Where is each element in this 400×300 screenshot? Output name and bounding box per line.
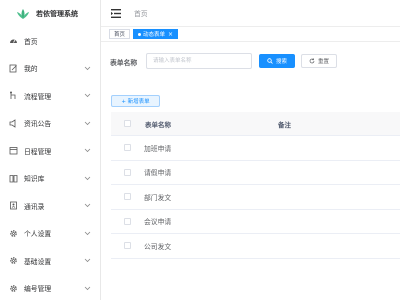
- refresh-icon: [309, 58, 315, 64]
- cell-form-name: 公司发文: [144, 242, 172, 251]
- contacts-icon: [9, 201, 18, 210]
- sidebar-item-4[interactable]: 日程管理: [0, 137, 100, 165]
- tab-label: 首页: [114, 32, 126, 38]
- edit-icon: [9, 64, 18, 73]
- chevron-down-icon: [83, 286, 92, 291]
- flow-icon: [9, 91, 18, 100]
- breadcrumb[interactable]: 首页: [134, 8, 148, 18]
- row-checkbox[interactable]: [123, 168, 131, 176]
- tab-1[interactable]: 动态表单 ×: [133, 29, 179, 39]
- row-checkbox[interactable]: [123, 193, 131, 201]
- row-checkbox[interactable]: [123, 242, 131, 250]
- cell-form-name: 请假申请: [144, 169, 172, 178]
- book-icon: [9, 174, 18, 183]
- sidebar-item-label: 我的: [24, 65, 38, 74]
- form-name-label: 表单名称: [110, 59, 138, 67]
- brand[interactable]: 若依管理系统: [0, 0, 100, 27]
- sidebar-item-2[interactable]: 流程管理: [0, 82, 100, 110]
- calendar-icon: [9, 146, 18, 155]
- sidebar-item-1[interactable]: 我的: [0, 55, 100, 83]
- gear-icon: [9, 284, 18, 293]
- column-header-remark: 备注: [278, 120, 291, 129]
- sidebar-item-label: 编号管理: [24, 285, 52, 294]
- tags-view: 首页 动态表单 ×: [101, 27, 400, 42]
- table-row[interactable]: 公司发文: [111, 234, 400, 259]
- form-name-input[interactable]: [146, 53, 252, 69]
- logo-icon: [16, 8, 30, 20]
- add-form-button[interactable]: + 新增表单: [111, 95, 160, 107]
- sidebar-item-3[interactable]: 资讯公告: [0, 110, 100, 138]
- sidebar: 若依管理系统 首页我的流程管理资讯公告日程管理知识库通讯录个人设置基础设置编号管…: [0, 0, 101, 300]
- chevron-down-icon: [83, 231, 92, 236]
- app-root: 若依管理系统 首页我的流程管理资讯公告日程管理知识库通讯录个人设置基础设置编号管…: [0, 0, 400, 300]
- reset-button[interactable]: 重置: [301, 54, 337, 68]
- cell-form-name: 加班申请: [144, 144, 172, 153]
- speaker-icon: [9, 119, 18, 128]
- sidebar-item-label: 流程管理: [24, 92, 52, 101]
- sidebar-item-6[interactable]: 通讯录: [0, 192, 100, 220]
- active-dot-icon: [138, 32, 142, 36]
- select-all-checkbox[interactable]: [123, 120, 131, 127]
- sidebar-item-label: 知识库: [24, 175, 45, 184]
- search-button[interactable]: 搜索: [259, 54, 295, 68]
- chevron-down-icon: [83, 66, 92, 71]
- dashboard-icon: [9, 36, 18, 45]
- table-body: 加班申请请假申请部门发文会议申请公司发文: [111, 136, 400, 259]
- tab-0[interactable]: 首页: [109, 29, 131, 39]
- search-button-label: 搜索: [275, 59, 287, 65]
- chevron-down-icon: [83, 203, 92, 208]
- row-checkbox[interactable]: [123, 144, 131, 152]
- sidebar-item-label: 日程管理: [24, 147, 52, 156]
- tab-label: 动态表单: [143, 32, 166, 38]
- table-row[interactable]: 部门发文: [111, 185, 400, 210]
- navbar: 首页: [101, 0, 400, 27]
- column-header-name: 表单名称: [145, 120, 171, 129]
- cell-form-name: 部门发文: [144, 193, 172, 202]
- reset-button-label: 重置: [317, 59, 329, 65]
- table-row[interactable]: 会议申请: [111, 210, 400, 234]
- row-checkbox[interactable]: [123, 217, 131, 225]
- table-row[interactable]: 请假申请: [111, 161, 400, 185]
- sidebar-menu: 首页我的流程管理资讯公告日程管理知识库通讯录个人设置基础设置编号管理: [0, 27, 100, 300]
- chevron-down-icon: [83, 176, 92, 181]
- sidebar-item-5[interactable]: 知识库: [0, 165, 100, 193]
- sidebar-item-label: 基础设置: [24, 257, 52, 266]
- add-form-button-label: + 新增表单: [121, 99, 150, 105]
- sidebar-item-label: 通讯录: [24, 202, 45, 211]
- chevron-down-icon: [83, 258, 92, 263]
- sidebar-item-label: 个人设置: [24, 230, 52, 239]
- gear-icon: [9, 229, 18, 238]
- sidebar-item-7[interactable]: 个人设置: [0, 220, 100, 248]
- hamburger-icon[interactable]: [111, 8, 121, 18]
- sidebar-item-label: 首页: [24, 37, 38, 46]
- gear-icon: [9, 256, 18, 265]
- search-icon: [267, 58, 273, 64]
- sidebar-item-0[interactable]: 首页: [0, 27, 100, 55]
- close-icon[interactable]: ×: [168, 31, 173, 38]
- table-header: 表单名称 备注: [111, 112, 400, 136]
- chevron-down-icon: [83, 93, 92, 98]
- sidebar-item-9[interactable]: 编号管理: [0, 275, 100, 300]
- sidebar-item-label: 资讯公告: [24, 120, 52, 129]
- chevron-down-icon: [83, 148, 92, 153]
- app-title: 若依管理系统: [36, 9, 78, 18]
- sidebar-item-8[interactable]: 基础设置: [0, 247, 100, 275]
- chevron-down-icon: [83, 121, 92, 126]
- table-row[interactable]: 加班申请: [111, 136, 400, 161]
- forms-table: 表单名称 备注 加班申请请假申请部门发文会议申请公司发文: [111, 112, 400, 259]
- cell-form-name: 会议申请: [144, 218, 172, 227]
